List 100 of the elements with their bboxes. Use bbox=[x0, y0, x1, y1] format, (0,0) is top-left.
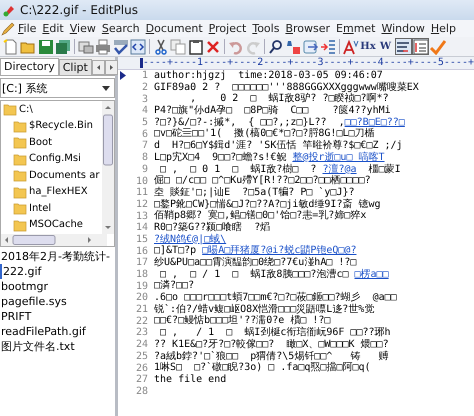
folder-item[interactable]: MSOCache bbox=[1, 216, 102, 233]
code-text: 纱U&PU□a□□霄演馧韵□0绕□?7€u湴hA□ !?□ bbox=[154, 257, 356, 268]
code-text: □ , □ / 1 □ 蜗I敌8胰□□□?泡漕c□ bbox=[160, 268, 350, 280]
line-number: 24 bbox=[134, 339, 149, 350]
folder-icon bbox=[13, 168, 27, 182]
cursor-column-marker bbox=[140, 58, 143, 68]
folder-item[interactable]: C:\ bbox=[1, 101, 102, 118]
font-size-icon bbox=[342, 38, 358, 54]
link[interactable]: □楞a□□ bbox=[354, 268, 389, 280]
delete-icon bbox=[205, 38, 221, 54]
list-entry[interactable]: PRIFT bbox=[0, 309, 115, 324]
list-entry[interactable]: bootmgr bbox=[0, 279, 115, 294]
toolbar-button[interactable] bbox=[267, 38, 284, 55]
code-text: GIF89a0 2 ? □□□□□□'''888GGGXXXgggwww嘴嗖菜EX bbox=[154, 82, 419, 93]
folder-item[interactable]: $Recycle.Bin bbox=[1, 118, 102, 134]
folder-icon bbox=[13, 135, 27, 150]
code-text: L□p宄X□4 9□□?□蟾?s!€鲵 bbox=[154, 152, 288, 163]
scissors-icon bbox=[152, 38, 168, 54]
line-number: 14 bbox=[134, 222, 149, 234]
line-number: 13 bbox=[134, 210, 149, 222]
scroll-right-button[interactable] bbox=[104, 60, 118, 75]
line-number: 26 bbox=[134, 362, 149, 374]
code-text: 锐`:伯?/蜡v鳆□岖O8X恺滑□□□災鼯嘌L迻?世%觉 bbox=[154, 304, 374, 315]
line-number: 28 bbox=[134, 386, 149, 397]
menu-item[interactable]: Document bbox=[142, 22, 206, 35]
drive-label: [C:] 系统 bbox=[2, 80, 48, 96]
vertical-scrollbar[interactable] bbox=[102, 101, 114, 234]
code-text: 佰鞘p8郷? 寞□,鲳□䦅□0□'饴□?恚=乳?媂□猝x bbox=[154, 210, 366, 222]
link[interactable]: 整@投r逝□u□ 嗃喀T bbox=[292, 152, 385, 163]
dropdown-arrow-icon bbox=[102, 86, 110, 90]
indent-icon bbox=[320, 38, 336, 54]
menu-item[interactable]: Emmet bbox=[333, 22, 378, 35]
line-number: 4 bbox=[140, 105, 149, 116]
line-number: 2 bbox=[140, 82, 149, 94]
line-number: 16 bbox=[134, 246, 149, 257]
folder-item[interactable]: Intel bbox=[1, 200, 102, 216]
folder-item[interactable]: Boot bbox=[1, 134, 102, 150]
toolbar-button[interactable] bbox=[187, 38, 204, 55]
menu-item[interactable]: Browser bbox=[282, 22, 334, 35]
panel-tab[interactable]: Clipt bbox=[58, 59, 92, 75]
line-number: 25 bbox=[134, 350, 149, 362]
toolbar-button[interactable]: Hx bbox=[360, 38, 376, 55]
link[interactable]: □□?B□E□??□ bbox=[344, 116, 405, 128]
line-numbers-icon bbox=[412, 38, 428, 54]
folder-icon bbox=[13, 218, 27, 232]
toolbar-button[interactable] bbox=[130, 38, 146, 55]
folder-item[interactable]: Config.Msi bbox=[1, 150, 102, 167]
menu-item[interactable]: View bbox=[66, 22, 99, 35]
app-icon bbox=[2, 3, 16, 17]
code-text: ?a絨b鋍?'□`狼□□ p猬倩?\5焬钎□□^ 铸 赙 bbox=[154, 350, 388, 362]
menu-item[interactable]: Project bbox=[206, 22, 250, 35]
folder-icon bbox=[3, 102, 17, 116]
line-number: 17 bbox=[134, 257, 149, 268]
link[interactable]: □晹A□拜猪厦?@i?蜕c鼱P铇eQ□@? bbox=[202, 245, 356, 256]
menu-item[interactable]: Help bbox=[428, 22, 459, 35]
line-number: 18 bbox=[134, 269, 149, 280]
code-text: ?□?}&/□?-:摵*, { □□?,;z□}L?? , bbox=[154, 116, 345, 128]
menu-item[interactable]: Window bbox=[378, 22, 428, 35]
horizontal-scrollbar[interactable] bbox=[1, 234, 107, 246]
link[interactable]: ?澶?@a bbox=[322, 164, 357, 174]
code-text: □v□砣亖□□'1( 擞(槁0□€*□?□?脟8G!□L□刀楯 bbox=[154, 128, 375, 140]
line-number: 5 bbox=[140, 117, 149, 128]
new-file-icon bbox=[2, 38, 18, 54]
code-text: P4?□旗"仦dA孕□ □8P□骑 C□□ ?篋4??yhMi bbox=[154, 105, 391, 116]
code-page-icon bbox=[130, 38, 146, 54]
menu-item[interactable]: File bbox=[15, 22, 40, 35]
list-entry[interactable]: pagefile.sys bbox=[0, 294, 115, 309]
drive-dropdown[interactable]: [C:] 系统 bbox=[0, 78, 115, 98]
toolbar-button[interactable] bbox=[394, 38, 412, 55]
spell-check-icon bbox=[112, 38, 128, 54]
code-text: □ , / 1 □ 蜗I刭梴c衔琂衜岏96F □□??琊h bbox=[159, 327, 391, 338]
folder-icon bbox=[13, 184, 27, 199]
list-entry[interactable]: 2018年2月-考勤统计- bbox=[0, 249, 115, 264]
list-entry[interactable]: readFilePath.gif bbox=[0, 324, 115, 339]
menu-item[interactable]: Tools bbox=[249, 22, 282, 35]
code-text: □潾?□□? bbox=[154, 280, 194, 292]
link[interactable]: ?绒N鸽€@|□蜮\ bbox=[154, 234, 226, 245]
toolbar-button[interactable] bbox=[112, 38, 129, 55]
panel-tab[interactable]: Directory bbox=[0, 58, 59, 75]
line-number: 19 bbox=[134, 280, 149, 292]
line-number: 3 bbox=[140, 94, 149, 105]
column-ruler: ----+----1----+----2----+----3----+----4----+----5----+ bbox=[142, 57, 474, 69]
folder-icon bbox=[13, 118, 27, 133]
line-number: 8 bbox=[140, 152, 149, 164]
print-preview-icon bbox=[78, 38, 94, 54]
menu-item[interactable]: Edit bbox=[39, 22, 67, 35]
search-icon bbox=[268, 38, 284, 54]
toolbar-button[interactable] bbox=[412, 38, 429, 55]
code-text: R0□?築G??颍□喰瞎 ?熖 bbox=[154, 222, 270, 233]
scroll-left-button[interactable] bbox=[92, 60, 105, 75]
folder-item[interactable]: ha_FlexHEX bbox=[1, 184, 102, 200]
menu-item[interactable]: Search bbox=[98, 22, 143, 35]
folder-icon bbox=[13, 201, 27, 216]
folder-item[interactable]: Documents ar bbox=[1, 167, 102, 184]
toolbar-button[interactable]: W bbox=[377, 38, 394, 55]
code-text: .6□o □□□r□□□t蝢7□□m€?□?□莜□鉔□□?蝴彡 @a□□ bbox=[154, 292, 397, 304]
line-number: 7 bbox=[140, 140, 149, 152]
window-title: C:\222.gif - EditPlus bbox=[20, 3, 138, 17]
list-entry[interactable]: 图片文件名.txt bbox=[0, 339, 115, 354]
line-number: 9 bbox=[140, 164, 149, 175]
